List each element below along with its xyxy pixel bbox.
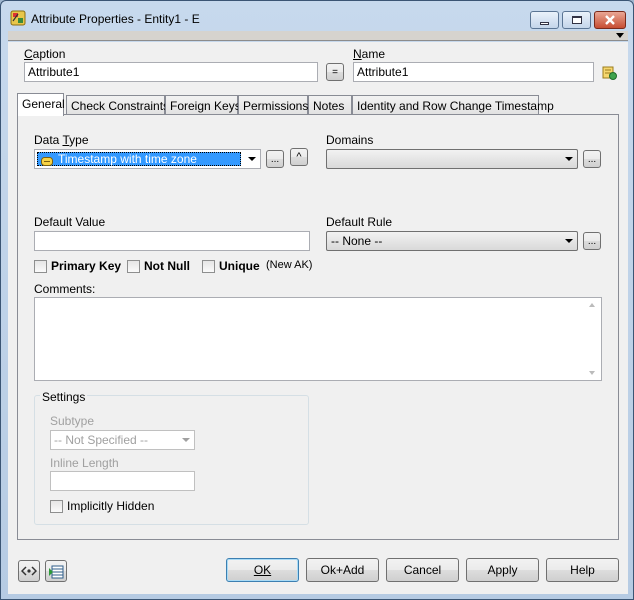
implicitly-hidden-label: Implicitly Hidden bbox=[67, 499, 155, 513]
ok-add-button[interactable]: Ok+Add bbox=[306, 558, 379, 582]
title-bar[interactable]: Attribute Properties - Entity1 - E bbox=[1, 1, 633, 31]
maximize-icon bbox=[571, 16, 582, 24]
data-type-expand-button[interactable]: ^ bbox=[290, 148, 308, 166]
settings-group-label: Settings bbox=[40, 390, 88, 404]
default-value-field[interactable] bbox=[34, 231, 310, 251]
subtype-select[interactable]: -- Not Specified -- bbox=[50, 430, 195, 450]
data-type-selected-value: Timestamp with time zone bbox=[37, 152, 241, 166]
help-button[interactable]: Help bbox=[546, 558, 619, 582]
window-title: Attribute Properties - Entity1 - E bbox=[31, 12, 200, 26]
name-field[interactable]: Attribute1 bbox=[353, 62, 594, 82]
menu-strip[interactable] bbox=[8, 31, 628, 41]
domains-select[interactable] bbox=[326, 149, 578, 169]
default-rule-select[interactable]: -- None -- bbox=[326, 231, 578, 251]
general-tab-panel: Data Type Timestamp with time zone ... ^… bbox=[17, 114, 619, 540]
data-type-label: Data Type bbox=[34, 133, 89, 147]
default-rule-label: Default Rule bbox=[326, 215, 393, 229]
default-rule-selected-value: -- None -- bbox=[331, 234, 383, 248]
minimize-icon bbox=[540, 21, 549, 25]
ok-button-label: OK bbox=[253, 563, 272, 577]
default-rule-dropdown-arrow[interactable] bbox=[560, 232, 577, 250]
caption-field[interactable]: Attribute1 bbox=[24, 62, 318, 82]
name-label: Name bbox=[353, 47, 386, 61]
scroll-down-icon[interactable] bbox=[589, 371, 595, 375]
default-value-label: Default Value bbox=[34, 215, 106, 229]
properties-navigator-button[interactable] bbox=[45, 560, 67, 582]
close-window-button[interactable] bbox=[594, 11, 626, 29]
chevron-down-icon[interactable] bbox=[616, 33, 624, 38]
data-type-select[interactable]: Timestamp with time zone bbox=[34, 149, 261, 169]
ok-button[interactable]: OK bbox=[226, 558, 299, 582]
attribute-properties-icon bbox=[10, 10, 26, 26]
caption-label: Caption bbox=[24, 47, 66, 61]
equals-button[interactable]: = bbox=[326, 63, 344, 81]
table-properties-icon bbox=[49, 565, 64, 579]
data-type-browse-button[interactable]: ... bbox=[266, 150, 284, 168]
chevron-down-icon bbox=[564, 157, 573, 161]
subtype-label: Subtype bbox=[50, 414, 95, 428]
subtype-dropdown-arrow[interactable] bbox=[177, 431, 194, 449]
maximize-button[interactable] bbox=[562, 11, 591, 29]
data-type-dropdown-arrow[interactable] bbox=[243, 150, 260, 168]
close-icon bbox=[605, 15, 615, 25]
comments-textarea[interactable] bbox=[34, 297, 602, 381]
sql-preview-button[interactable] bbox=[18, 560, 40, 582]
default-rule-browse-button[interactable]: ... bbox=[583, 232, 601, 250]
cancel-button[interactable]: Cancel bbox=[386, 558, 459, 582]
not-null-label: Not Null bbox=[144, 259, 190, 273]
timestamp-type-icon bbox=[41, 155, 53, 169]
domains-browse-button[interactable]: ... bbox=[583, 150, 601, 168]
code-icon bbox=[21, 566, 37, 576]
dialog-window: Attribute Properties - Entity1 - E Capti… bbox=[0, 0, 634, 600]
new-ak-label: (New AK) bbox=[266, 259, 313, 271]
caption-label-rest: aption bbox=[32, 47, 66, 61]
chevron-down-icon bbox=[564, 239, 573, 243]
primary-key-label: Primary Key bbox=[51, 259, 122, 273]
inline-length-label: Inline Length bbox=[50, 456, 119, 470]
comments-label: Comments: bbox=[34, 282, 96, 296]
tab-foreign-keys[interactable]: Foreign Keys bbox=[165, 95, 241, 115]
comments-scrollbar[interactable] bbox=[584, 298, 601, 380]
unique-checkbox[interactable] bbox=[202, 260, 215, 273]
name-sync-icon[interactable] bbox=[602, 65, 617, 83]
primary-key-checkbox[interactable] bbox=[34, 260, 47, 273]
apply-button[interactable]: Apply bbox=[466, 558, 539, 582]
dialog-client-area: Caption Attribute1 = Name Attribute1 Gen… bbox=[8, 42, 628, 594]
chevron-down-icon bbox=[181, 438, 190, 442]
scroll-up-icon[interactable] bbox=[589, 303, 595, 307]
tab-notes[interactable]: Notes bbox=[308, 95, 352, 115]
tab-general[interactable]: General bbox=[17, 93, 65, 116]
domains-dropdown-arrow[interactable] bbox=[560, 150, 577, 168]
tab-permissions[interactable]: Permissions bbox=[238, 95, 308, 115]
domains-label: Domains bbox=[326, 133, 374, 147]
unique-label: Unique bbox=[219, 259, 260, 273]
inline-length-field[interactable] bbox=[50, 471, 195, 491]
subtype-selected-value: -- Not Specified -- bbox=[54, 433, 149, 447]
tab-identity-row-change-timestamp[interactable]: Identity and Row Change Timestamp bbox=[352, 95, 554, 115]
not-null-checkbox[interactable] bbox=[127, 260, 140, 273]
minimize-button[interactable] bbox=[530, 11, 559, 29]
tab-check-constraints[interactable]: Check Constraints bbox=[66, 95, 169, 115]
implicitly-hidden-checkbox[interactable] bbox=[50, 500, 63, 513]
chevron-down-icon bbox=[247, 157, 256, 161]
